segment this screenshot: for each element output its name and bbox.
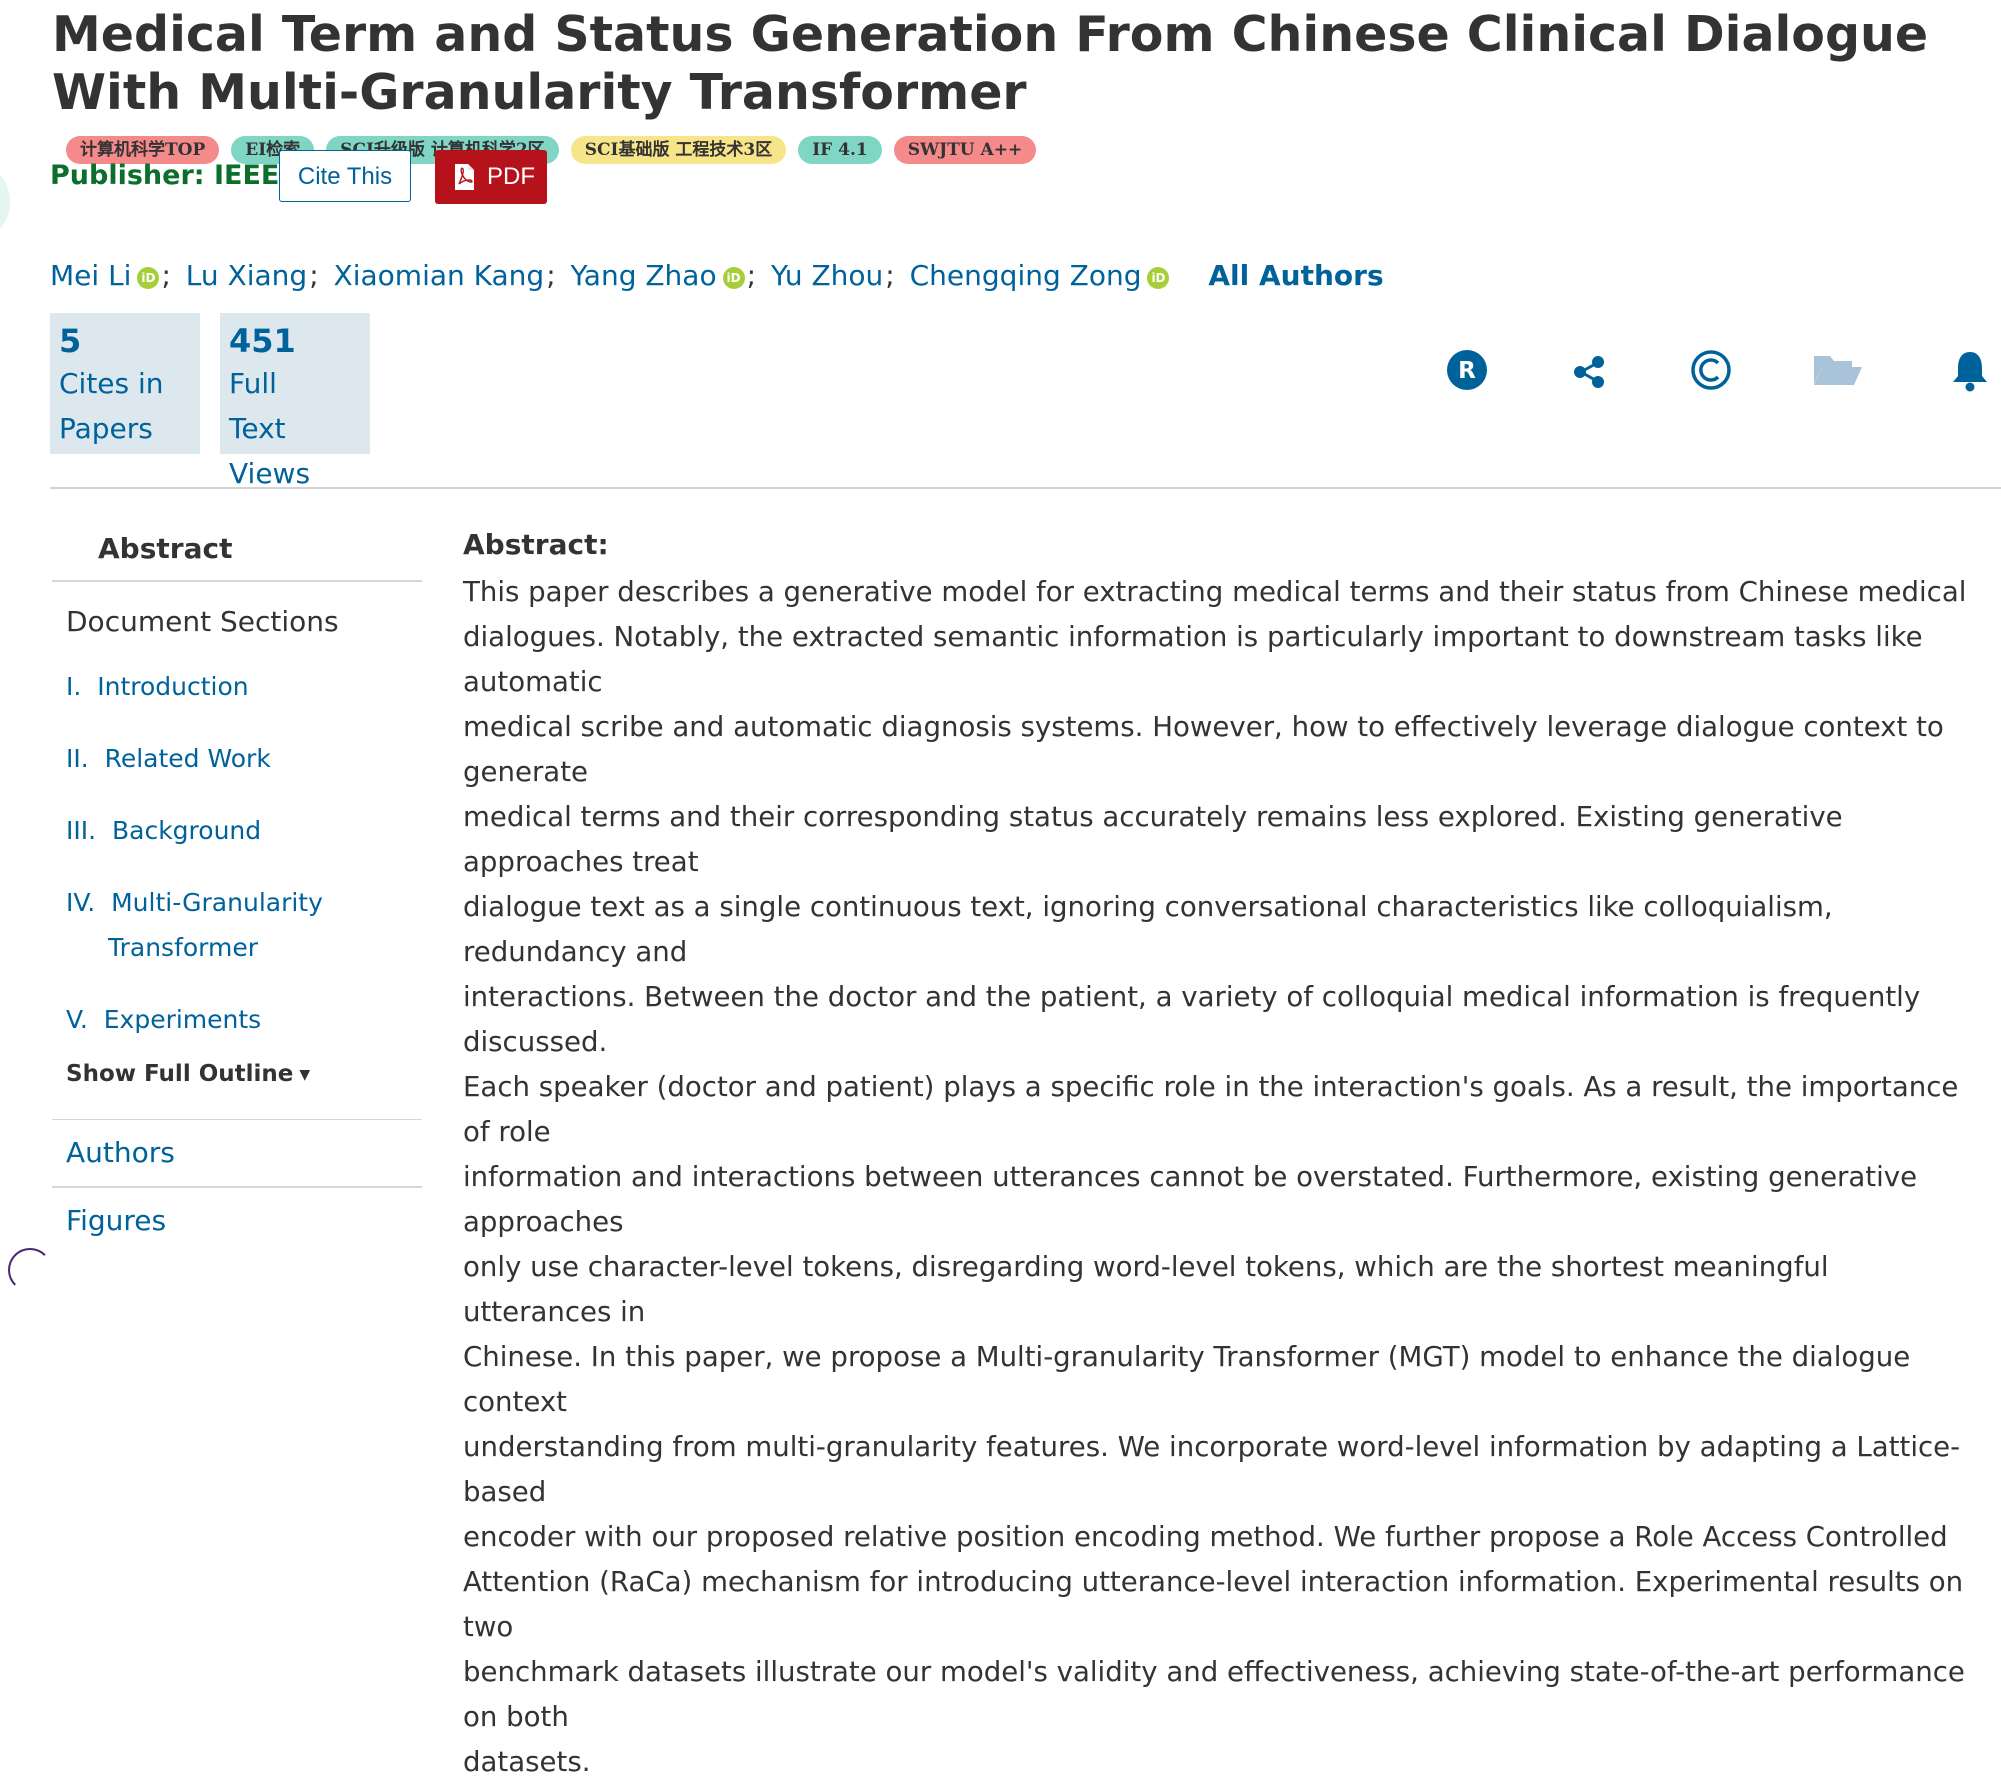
share-icon[interactable] (1566, 346, 1614, 394)
author-separator: ; (161, 259, 171, 292)
author-link[interactable]: Mei Li iD (50, 259, 160, 292)
sidebar-authors-link[interactable]: Authors (52, 1120, 422, 1186)
orcid-icon[interactable]: iD (137, 267, 160, 289)
views-label-2: Text (229, 412, 286, 445)
author-link[interactable]: Yang Zhao iD (571, 259, 745, 292)
badge-swjtu[interactable]: SWJTU A++ (893, 136, 1037, 164)
pdf-button[interactable]: PDF (435, 150, 547, 204)
author-separator: ; (746, 259, 757, 292)
cites-label-1: Cites in (59, 367, 164, 400)
show-full-outline-button[interactable]: Show Full Outline ▼ (52, 1054, 422, 1095)
badge-impact-factor[interactable]: IF 4.1 (798, 136, 882, 164)
abstract-body: This paper describes a generative model … (463, 569, 1983, 1784)
abstract-line: datasets. (463, 1745, 591, 1778)
abstract-line: interactions. Between the doctor and the… (463, 980, 1921, 1058)
sidebar-section-experiments[interactable]: V. Experiments (52, 997, 422, 1042)
title-text: Medical Term and Status Generation From … (52, 6, 1929, 121)
author-link[interactable]: Xiaomian Kang (334, 259, 545, 292)
views-count: 451 (229, 322, 296, 360)
views-metric[interactable]: 451 Full Text Views (220, 313, 370, 490)
abstract-line: medical terms and their corresponding st… (463, 800, 1843, 878)
sidebar-section-introduction[interactable]: I. Introduction (52, 664, 422, 709)
badge-sci-basic[interactable]: SCI基础版 工程技术3区 (570, 136, 787, 164)
pdf-icon (455, 164, 474, 190)
pdf-button-label: PDF (487, 163, 535, 190)
abstract-line: This paper describes a generative model … (463, 575, 1967, 608)
abstract-heading: Abstract: (463, 528, 609, 561)
author-separator: ; (546, 259, 556, 292)
sidebar-divider (52, 580, 422, 582)
abstract-line: information and interactions between utt… (463, 1160, 1918, 1238)
orcid-icon[interactable]: iD (1147, 267, 1170, 289)
author-link[interactable]: Yu Zhou (771, 259, 883, 292)
orcid-icon[interactable]: iD (722, 267, 745, 289)
caret-down-icon: ▼ (299, 1066, 311, 1083)
sidebar-section-multi-granularity-transformer[interactable]: IV. Multi-Granularity Transformer (52, 880, 422, 970)
abstract-line: benchmark datasets illustrate our model'… (463, 1655, 1965, 1733)
author-list: Mei Li iD; Lu Xiang; Xiaomian Kang; Yang … (50, 256, 1384, 296)
sidebar-figures-link[interactable]: Figures (52, 1188, 422, 1254)
edge-decoration (0, 168, 10, 236)
cites-metric[interactable]: 5 Cites in Papers (50, 313, 200, 454)
all-authors-link[interactable]: All Authors (1208, 259, 1383, 292)
abstract-line: Chinese. In this paper, we propose a Mul… (463, 1340, 1911, 1418)
copyright-icon[interactable] (1687, 346, 1735, 394)
document-sidebar: Abstract Document Sections I. Introducti… (52, 520, 422, 1254)
header-divider (50, 487, 2001, 489)
publisher: Publisher: IEEE (50, 160, 280, 191)
author-separator: ; (309, 259, 319, 292)
abstract-line: Attention (RaCa) mechanism for introduci… (463, 1565, 1964, 1643)
abstract-line: dialogue text as a single continuous tex… (463, 890, 1833, 968)
folder-icon[interactable] (1810, 346, 1866, 394)
abstract-line: Each speaker (doctor and patient) plays … (463, 1070, 1959, 1148)
author-link[interactable]: Chengqing Zong iD (910, 259, 1170, 292)
abstract-line: dialogues. Notably, the extracted semant… (463, 620, 1923, 698)
cites-label-2: Papers (59, 412, 153, 445)
cites-count: 5 (59, 322, 82, 360)
document-sections-heading: Document Sections (66, 604, 339, 638)
sidebar-section-background[interactable]: III. Background (52, 808, 422, 853)
abstract-section: Abstract: This paper describes a generat… (463, 521, 1983, 1784)
views-label-3: Views (229, 457, 311, 490)
cite-this-button[interactable]: Cite This (279, 150, 411, 202)
abstract-line: understanding from multi-granularity fea… (463, 1430, 1961, 1508)
bell-icon[interactable] (1946, 346, 1994, 394)
abstract-line: medical scribe and automatic diagnosis s… (463, 710, 1944, 788)
svg-text:R: R (1458, 358, 1476, 384)
edge-decoration (8, 1248, 52, 1292)
sidebar-abstract[interactable]: Abstract (52, 520, 422, 580)
sidebar-section-related-work[interactable]: II. Related Work (52, 736, 422, 781)
views-label-1: Full (229, 367, 277, 400)
rights-icon[interactable]: R (1443, 346, 1491, 394)
abstract-line: encoder with our proposed relative posit… (463, 1520, 1948, 1553)
author-separator: ; (885, 259, 895, 292)
author-link[interactable]: Lu Xiang (186, 259, 307, 292)
